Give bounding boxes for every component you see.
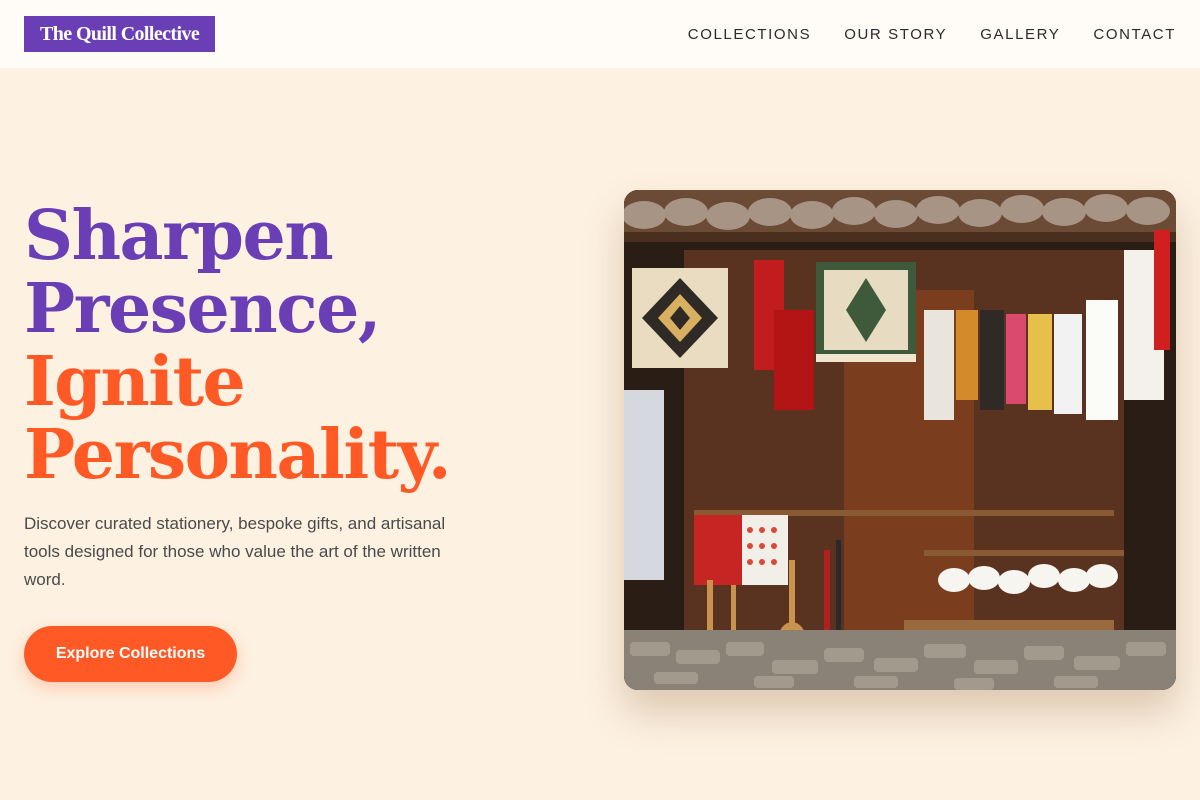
- brand-logo[interactable]: The Quill Collective: [24, 16, 216, 52]
- headline-line-3: Ignite: [24, 342, 246, 422]
- site-header: The Quill Collective COLLECTIONS OUR STO…: [0, 0, 1200, 68]
- nav-link-contact[interactable]: CONTACT: [1093, 26, 1176, 43]
- headline-line-4: Personality.: [24, 415, 452, 495]
- hero-section: Sharpen Presence, Ignite Personality.: [24, 200, 584, 492]
- headline-line-2: Presence,: [24, 269, 382, 349]
- hero-headline: Sharpen Presence, Ignite Personality.: [24, 200, 584, 492]
- headline-line-1: Sharpen: [24, 196, 334, 276]
- nav-link-collections[interactable]: COLLECTIONS: [688, 26, 811, 43]
- hero-description: Discover curated stationery, bespoke gif…: [24, 514, 446, 589]
- hero-image: [624, 190, 1176, 690]
- explore-collections-button[interactable]: Explore Collections: [24, 626, 237, 682]
- main-nav: COLLECTIONS OUR STORY GALLERY CONTACT: [688, 26, 1176, 43]
- nav-link-gallery[interactable]: GALLERY: [980, 26, 1060, 43]
- nav-link-our-story[interactable]: OUR STORY: [844, 26, 947, 43]
